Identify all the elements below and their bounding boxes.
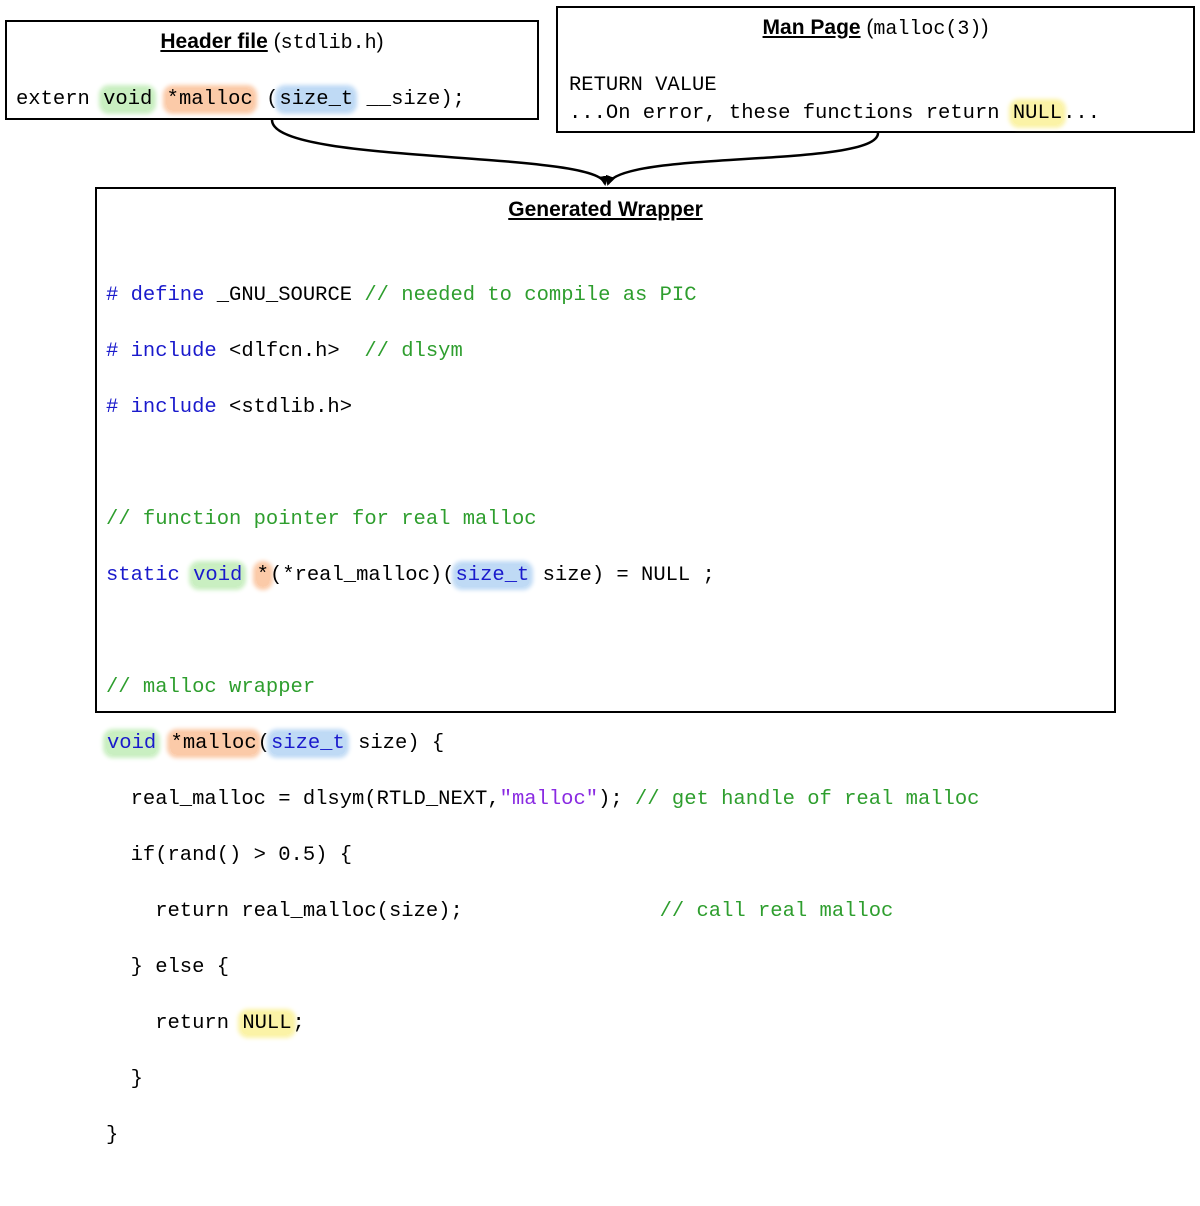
- null-highlight: NULL: [241, 1012, 293, 1035]
- malloc-name-highlight: *malloc: [169, 732, 258, 755]
- code-line-6: // malloc wrapper: [106, 676, 316, 699]
- code-line-5: static void *(*real_malloc)(size_t size)…: [106, 564, 715, 587]
- code-line-9: if(rand() > 0.5) {: [106, 844, 353, 867]
- generated-wrapper-box: Generated Wrapper # define _GNU_SOURCE /…: [95, 187, 1116, 1147]
- code-line-12: return NULL;: [106, 1012, 305, 1035]
- code-line-blank-2: [106, 618, 979, 646]
- code-line-13: }: [106, 1068, 143, 1091]
- arrow-from-header: [270, 119, 609, 186]
- pointer-star-highlight: *: [255, 564, 270, 587]
- code-line-11: } else {: [106, 956, 230, 979]
- code-line-blank-1: [106, 450, 979, 478]
- arrow-from-man-page: [606, 132, 880, 186]
- code-line-7: void *malloc(size_t size) {: [106, 732, 445, 755]
- wrapper-code: # define _GNU_SOURCE // needed to compil…: [106, 254, 979, 1206]
- code-line-3: # include <stdlib.h>: [106, 396, 353, 419]
- code-line-4: // function pointer for real malloc: [106, 508, 537, 531]
- size-t-highlight: size_t: [454, 564, 531, 587]
- generated-wrapper-title: Generated Wrapper: [508, 198, 703, 221]
- void-type-highlight: void: [192, 564, 244, 587]
- code-line-2: # include <dlfcn.h> // dlsym: [106, 340, 463, 363]
- code-line-10: return real_malloc(size); // call real m…: [106, 900, 894, 923]
- code-line-8: real_malloc = dlsym(RTLD_NEXT,"malloc");…: [106, 788, 980, 811]
- code-line-1: # define _GNU_SOURCE // needed to compil…: [106, 284, 697, 307]
- code-line-14: }: [106, 1124, 119, 1147]
- void-type-highlight: void: [106, 732, 158, 755]
- size-t-highlight: size_t: [269, 732, 346, 755]
